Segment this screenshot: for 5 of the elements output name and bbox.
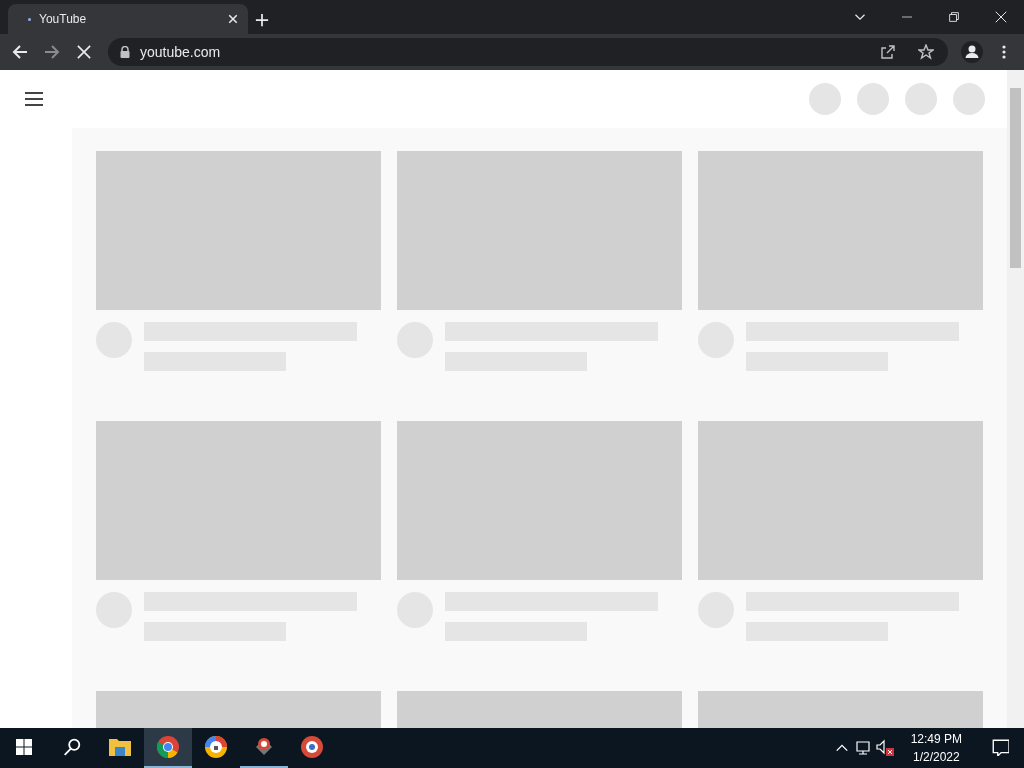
clock[interactable]: 12:49 PM 1/2/2022: [900, 730, 972, 766]
time-text: 12:49 PM: [910, 731, 962, 748]
address-bar[interactable]: youtube.com: [108, 38, 948, 66]
browser-tab[interactable]: YouTube: [8, 4, 248, 34]
date-text: 1/2/2022: [912, 749, 960, 766]
